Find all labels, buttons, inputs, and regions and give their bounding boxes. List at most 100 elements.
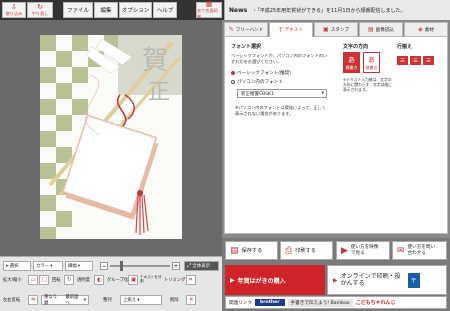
menu-edit[interactable]: 編集 (94, 2, 118, 18)
rotate-icon: ↻ (67, 277, 72, 283)
tab-text[interactable]: T テキスト (269, 22, 313, 37)
chevron-down-icon: ▾ (321, 91, 324, 96)
zoom-slider-handle[interactable] (120, 261, 123, 271)
align-bottom-icon: ☰ (426, 57, 431, 64)
text-tool-panel: フォント選択 ベーシックフォントか、パソコン内のフォントのいずれかをお選びくださ… (224, 37, 448, 234)
direction-note: ※テキスト入力後は、文字の方向に関わらず、文字は縦に表示されます。 (343, 77, 393, 92)
align-center-button[interactable]: ☰ (410, 56, 421, 65)
card-text-sho: 正 (148, 80, 170, 105)
rotate-button[interactable]: ↻ (64, 275, 74, 285)
news-bar: News ・「平成25年用年賀状ができる」を11月1日から順番配信しました。 (224, 0, 450, 20)
align-bottom-button[interactable]: ☰ (423, 56, 434, 65)
delete-button[interactable]: ✕ (186, 295, 196, 305)
zoom-shrink-button[interactable]: ▫ (28, 275, 38, 285)
chevron-down-icon: ▾ (137, 297, 140, 303)
thickness-button[interactable]: 線幅 ▾ (65, 261, 93, 271)
zoom-enlarge-button[interactable]: ▢ (39, 275, 49, 285)
related-links: 関連リンク brother 手書きで伝えよう! Bamboo こどもちゃれんじ (225, 296, 447, 309)
postcard-canvas[interactable]: 賀 正 (40, 35, 182, 239)
print-button[interactable]: ⎙ 印刷する (280, 241, 333, 260)
save-button[interactable]: ▤ 保存する (225, 241, 278, 260)
news-text[interactable]: ・「平成25年用年賀状ができる」を11月1日から順番配信しました。 (252, 7, 405, 14)
chevron-down-icon: ▾ (50, 263, 53, 269)
take-in-button[interactable]: ⇩ 取り込み (2, 2, 26, 18)
kids-link[interactable]: こどもちゃれんじ (356, 299, 396, 306)
online-print-banner[interactable]: ▶ オンラインで印刷・投かんする 〒 (327, 265, 447, 295)
save-icon: ▤ (230, 245, 239, 256)
direction-heading: 文字の方向 (343, 44, 369, 50)
align-top-icon: ☰ (400, 57, 405, 64)
overlap-order-button[interactable]: 重なり順 最前面へ ▾ (41, 295, 89, 306)
chevron-down-icon: ▾ (83, 297, 86, 303)
font-dropdown[interactable]: 新正楷書CBSK1 ▾ (237, 89, 327, 98)
align-top-button[interactable]: ☰ (397, 56, 408, 65)
import-icon: ⇩ (11, 2, 17, 11)
font-note: ※パソコン内のフォントは環境によって、正しく表示されない場合があります。 (235, 105, 326, 116)
stamp-icon: ▣ (323, 26, 329, 33)
minus-icon: − (101, 262, 107, 270)
tab-image-import[interactable]: ▤ 画像読込 (359, 22, 403, 37)
plus-icon: + (173, 262, 179, 270)
text-icon: T (279, 26, 283, 34)
postbox-icon: 〒 (407, 272, 420, 288)
zoom-out-button[interactable]: − (100, 262, 108, 270)
inquiry-button[interactable]: ✉ 使い方を問い合わせる (392, 241, 447, 260)
radio-pc-font[interactable]: パソコン内のフォント (231, 79, 283, 85)
text-separate-label[interactable]: テキストを分割 (140, 275, 164, 283)
vertical-text-icon: あ (368, 55, 375, 64)
fit-icon: ⤢ (187, 262, 192, 269)
zoom-in-button[interactable]: + (172, 262, 180, 270)
flip-label: 左右反転 (3, 298, 21, 303)
select-button[interactable]: ▸ 選択 (3, 261, 31, 271)
address-print-button[interactable]: ▦ あて名面印刷 (196, 0, 222, 19)
pen-icon: ✎ (228, 26, 234, 33)
tab-freehand[interactable]: ✎ フリーハンド (224, 22, 268, 37)
crop-icon: ⌗ (189, 276, 193, 283)
radio-basic-font[interactable]: ベーシックフォント(推奨) (231, 70, 291, 76)
brother-link[interactable]: brother (254, 299, 285, 306)
chevron-down-icon: ▾ (77, 263, 81, 269)
zoom-slider[interactable] (110, 265, 170, 267)
vertical-writing-button[interactable]: あ縦書き (363, 52, 380, 73)
group-button[interactable]: ▣ (128, 275, 138, 285)
align-heading: 行揃え (397, 44, 413, 50)
printer-icon: ⎙ (285, 245, 293, 256)
menu-file[interactable]: ファイル (63, 2, 93, 18)
transparency-label: 透明度 (77, 278, 90, 283)
group-label: グループ化 (107, 278, 129, 283)
align-dropdown[interactable]: 上揃え ▾ (120, 295, 162, 305)
bamboo-link[interactable]: 手書きで伝えよう! Bamboo (287, 298, 353, 307)
zoom-label: 拡大/縮小 (3, 278, 22, 283)
flip-button[interactable]: ⇋ (28, 295, 38, 305)
material-icon: ◈ (418, 26, 423, 33)
mail-icon: ✉ (397, 245, 405, 256)
cursor-icon: ▸ (6, 263, 9, 269)
shrink-icon: ▫ (31, 277, 35, 283)
align-center-icon: ☰ (413, 57, 418, 64)
menu-help[interactable]: ヘルプ (153, 2, 177, 18)
tab-stamp[interactable]: ▣ スタンプ (314, 22, 358, 37)
buy-postcard-banner[interactable]: ▶ 年賀はがきの購入 (225, 265, 325, 295)
flip-icon: ⇋ (31, 297, 36, 303)
color-button[interactable]: カラー ▾ (33, 261, 63, 271)
horizontal-text-icon: あ (348, 55, 355, 64)
arrow-right-icon: ▶ (333, 276, 338, 284)
radio-dot (231, 80, 235, 84)
trim-button[interactable]: ⌗ (186, 275, 196, 285)
video-icon: ▶ (341, 245, 348, 256)
group-icon: ▣ (131, 277, 137, 283)
horizontal-writing-button[interactable]: あ横書き (343, 52, 360, 73)
font-select-heading: フォント選択 (231, 44, 262, 50)
delete-label: 削除 (170, 298, 179, 303)
trim-label: トリミング (164, 278, 186, 283)
redo-button[interactable]: ↻ やり直し (27, 2, 53, 18)
transparency-icon: ◐ (97, 277, 102, 283)
full-view-button[interactable]: ⤢ 全体表示 (184, 261, 219, 271)
tab-material[interactable]: ◈ 素材 (404, 22, 448, 37)
transparency-button[interactable]: ◐ (94, 275, 104, 285)
video-help-button[interactable]: ▶ 使い方を映像で見る (336, 241, 390, 260)
trash-icon: ✕ (189, 297, 194, 303)
menu-options[interactable]: オプション (119, 2, 152, 18)
postcard-icon: ▦ (205, 0, 213, 8)
arrow-right-icon: ▶ (230, 276, 235, 284)
